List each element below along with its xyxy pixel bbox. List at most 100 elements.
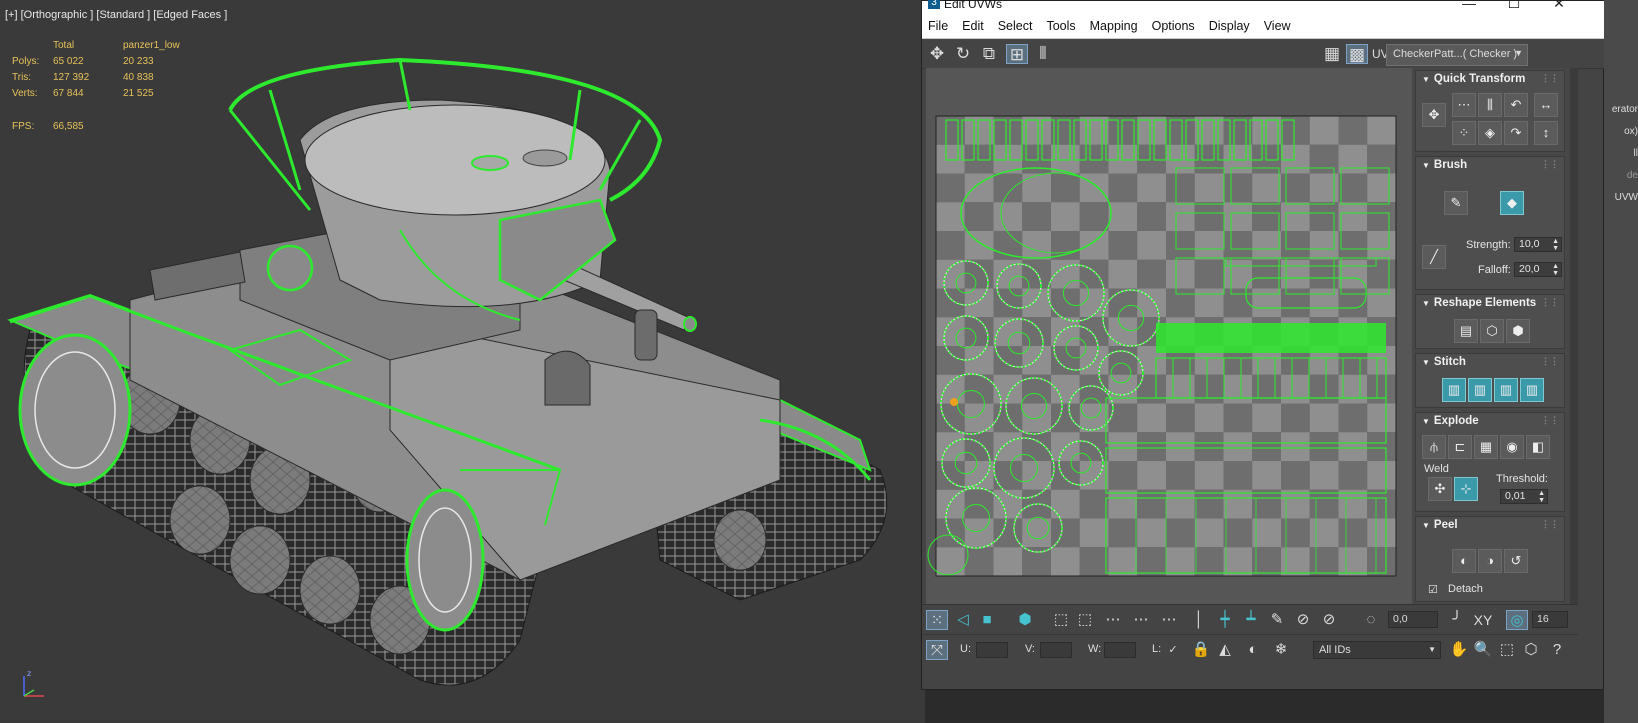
grow-selection-icon[interactable]: ⬚ [1050, 610, 1072, 630]
detach-checkbox[interactable]: ☑ [1428, 583, 1438, 596]
ring-icon[interactable]: ⋯ [1130, 610, 1152, 630]
viewport-label[interactable]: [+] [Orthographic ] [Standard ] [Edged F… [5, 9, 227, 21]
command-panel-strip[interactable]: erator ox) ll de UVW [1604, 0, 1638, 723]
quick-peel-icon[interactable]: ◐ [1452, 549, 1476, 573]
tank-model-render[interactable] [0, 0, 925, 723]
absolute-offset-icon[interactable]: ⤧ [926, 640, 948, 660]
flatten-icon[interactable]: ▦ [1474, 435, 1498, 459]
rollout-header[interactable]: ▼ Stitch ⋮⋮ [1416, 354, 1564, 372]
menu-tools[interactable]: Tools [1046, 19, 1075, 33]
face-mode-icon[interactable]: ■ [976, 610, 998, 630]
falloff-mode-icon[interactable]: ◌ [1360, 610, 1382, 630]
menu-view[interactable]: View [1264, 19, 1291, 33]
menu-options[interactable]: Options [1152, 19, 1195, 33]
menu-select[interactable]: Select [998, 19, 1033, 33]
shrink-selection-icon[interactable]: ⬚ [1074, 610, 1096, 630]
flatten-material-icon[interactable]: ◉ [1500, 435, 1524, 459]
uv-layout-canvas[interactable] [926, 68, 1412, 604]
rollout-scrollbar[interactable] [1570, 68, 1578, 604]
space-vertical-icon[interactable]: ↕ [1534, 121, 1558, 145]
material-ids-dropdown[interactable]: All IDs ▼ [1313, 641, 1441, 659]
align-grid-icon[interactable]: ◈ [1478, 121, 1502, 145]
menu-file[interactable]: File [928, 19, 948, 33]
stitch-target-icon[interactable]: ▥ [1468, 378, 1492, 402]
grow-loop-icon[interactable]: ⋯ [1158, 610, 1180, 630]
rollout-header[interactable]: ▼ Peel ⋮⋮ [1416, 517, 1564, 535]
zoom-icon[interactable]: 🔍 [1472, 640, 1494, 660]
rotate-icon[interactable]: ↻ [952, 44, 974, 64]
falloff-spinner-bottom[interactable]: 0,0 [1388, 611, 1438, 628]
weld-selected-icon[interactable]: ✣ [1428, 477, 1452, 501]
freeze-toggle-icon[interactable]: ◐ [1242, 640, 1264, 660]
detach-edge-icon[interactable]: ⊏ [1448, 435, 1472, 459]
loop-icon[interactable]: ⋯ [1102, 610, 1124, 630]
relax-settings-icon[interactable]: ⬢ [1506, 319, 1530, 343]
edit-uvws-window[interactable]: 3 Edit UVWs — ☐ ✕ File Edit Select Tools… [921, 0, 1605, 690]
mirror-icon[interactable]: ⫴ [1032, 44, 1054, 64]
brush-falloff-icon[interactable]: ╱ [1422, 245, 1446, 269]
rollout-header[interactable]: ▼ Reshape Elements ⋮⋮ [1416, 295, 1564, 313]
window-titlebar[interactable]: 3 Edit UVWs — ☐ ✕ [922, 0, 1605, 13]
break-icon[interactable]: ⫛ [1422, 435, 1446, 459]
rotate-ccw-icon[interactable]: ↶ [1504, 93, 1528, 117]
show-map-icon[interactable]: ▩ [1346, 44, 1368, 64]
soft-select-icon[interactable]: ⊘ [1292, 610, 1314, 630]
falloff-spinner[interactable]: 20,0 ▲ ▼ [1514, 262, 1562, 277]
weld-target-icon[interactable]: ⊹ [1454, 477, 1478, 501]
strength-spinner[interactable]: 10,0 ▲ ▼ [1514, 237, 1562, 252]
help-icon[interactable]: ? [1546, 640, 1568, 660]
selected-vertex[interactable] [950, 398, 958, 406]
snap-count-spinner[interactable]: 16 [1532, 611, 1568, 628]
rollout-header[interactable]: ▼ Brush ⋮⋮ [1416, 157, 1564, 175]
minimize-icon[interactable]: — [1459, 0, 1479, 11]
lock-checkbox[interactable]: ✓ [1162, 640, 1184, 660]
scale-icon[interactable]: ⧉ [978, 44, 1000, 64]
menu-mapping[interactable]: Mapping [1090, 19, 1138, 33]
stitch-custom-icon[interactable]: ▥ [1442, 378, 1466, 402]
paint-move-icon[interactable]: ✎ [1444, 191, 1468, 215]
move-icon[interactable]: ✥ [926, 44, 948, 64]
relax-brush-icon[interactable]: ◆ [1500, 191, 1524, 215]
menu-display[interactable]: Display [1209, 19, 1250, 33]
snowflake-icon[interactable]: ❄ [1270, 640, 1292, 660]
edge-mode-icon[interactable]: ◁ [952, 610, 974, 630]
pivot-icon[interactable]: ✥ [1422, 103, 1446, 127]
rollout-header[interactable]: ▼ Quick Transform ⋮⋮ [1416, 71, 1564, 89]
zoom-region-icon[interactable]: ⬚ [1496, 640, 1518, 660]
edge-distance-icon[interactable]: ⊘ [1318, 610, 1340, 630]
zoom-extents-icon[interactable]: ⬡ [1520, 640, 1542, 660]
falloff-curve-icon[interactable]: ╯ [1446, 610, 1468, 630]
stitch-source-icon[interactable]: ▥ [1520, 378, 1544, 402]
uv-editor-canvas[interactable] [926, 68, 1412, 604]
u-field[interactable] [976, 642, 1008, 658]
threshold-spinner[interactable]: 0,01 ▲ ▼ [1500, 489, 1548, 504]
align-horizontal-icon[interactable]: ⋯ [1452, 93, 1476, 117]
relax-icon[interactable]: ⬡ [1480, 319, 1504, 343]
checker-toggle-icon[interactable]: ▦ [1321, 44, 1343, 64]
hide-icon[interactable]: ◭ [1214, 640, 1236, 660]
v-field[interactable] [1040, 642, 1072, 658]
checker-map-dropdown[interactable]: CheckerPatt...( Checker ) ▼ [1386, 44, 1528, 66]
peel-mode-icon[interactable]: ◑ [1478, 549, 1502, 573]
straighten-icon[interactable]: ▤ [1454, 319, 1478, 343]
rollout-header[interactable]: ▼ Explode ⋮⋮ [1416, 413, 1564, 431]
align-center-icon[interactable]: ⁘ [1452, 121, 1476, 145]
select-overlap-icon[interactable]: ┷ [1240, 610, 1262, 630]
pan-hand-icon[interactable]: ✋ [1448, 640, 1470, 660]
viewport-perspective[interactable]: [+] [Orthographic ] [Standard ] [Edged F… [0, 0, 925, 723]
w-field[interactable] [1104, 642, 1136, 658]
menu-edit[interactable]: Edit [962, 19, 984, 33]
xy-toggle[interactable]: XY [1468, 610, 1498, 630]
stitch-average-icon[interactable]: ▥ [1494, 378, 1518, 402]
reset-peel-icon[interactable]: ↺ [1504, 549, 1528, 573]
freeform-icon[interactable]: ⊞ [1006, 44, 1028, 64]
select-by-edge-icon[interactable]: ┿ [1214, 610, 1236, 630]
element-mode-icon[interactable]: ⬢ [1014, 610, 1036, 630]
paint-select-icon[interactable]: ✎ [1266, 610, 1288, 630]
flatten-id-icon[interactable]: ◧ [1526, 435, 1550, 459]
rotate-cw-icon[interactable]: ↷ [1504, 121, 1528, 145]
lock-icon[interactable]: 🔒 [1190, 640, 1212, 660]
close-icon[interactable]: ✕ [1549, 0, 1569, 12]
snap-icon[interactable]: ◎ [1506, 610, 1528, 630]
maximize-icon[interactable]: ☐ [1504, 0, 1524, 12]
